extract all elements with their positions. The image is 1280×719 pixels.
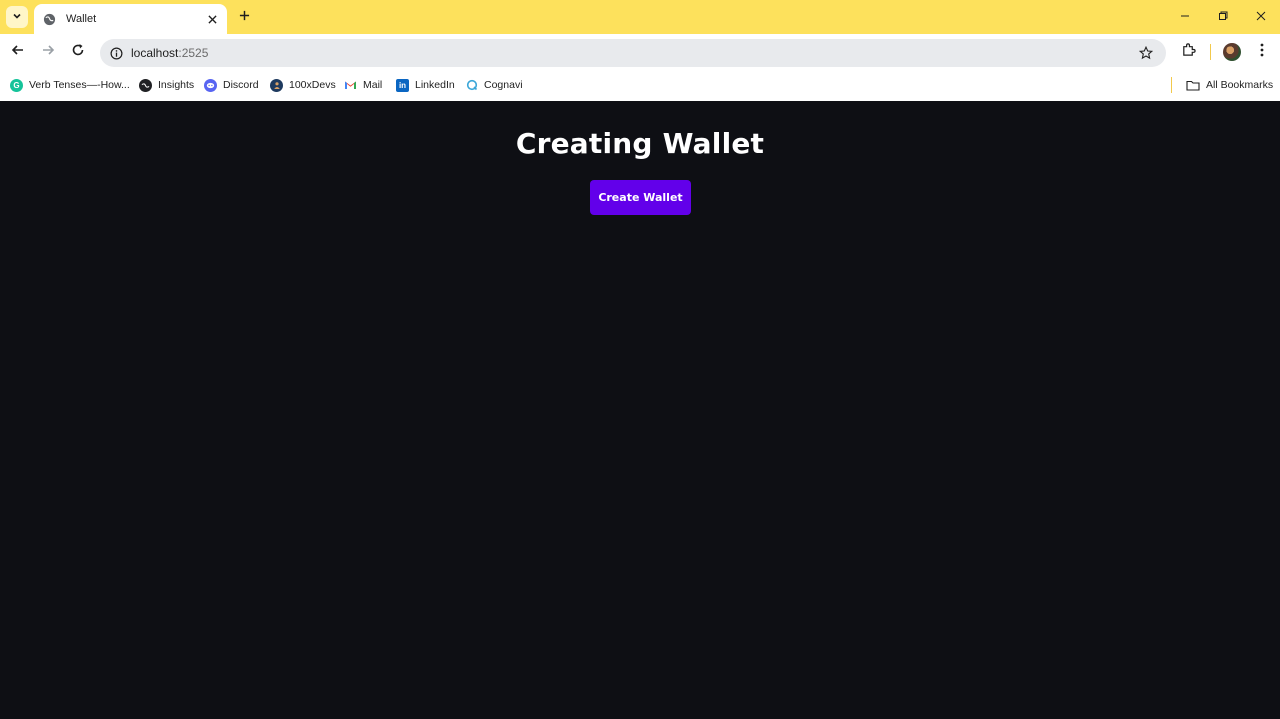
globe-icon [42, 12, 56, 26]
reload-icon [71, 43, 85, 62]
more-vertical-icon [1260, 43, 1264, 62]
bookmark-linkedin[interactable]: in LinkedIn [396, 77, 455, 93]
bookmark-mail[interactable]: Mail [344, 77, 382, 93]
grammarly-icon: G [10, 78, 23, 92]
globe-icon [139, 78, 152, 92]
bookmark-cognavi[interactable]: Cognavi [465, 77, 523, 93]
bookmark-label: Mail [363, 79, 383, 91]
bookmark-100xdevs[interactable]: 100xDevs [270, 77, 336, 93]
restore-icon [1218, 8, 1228, 26]
arrow-right-icon [41, 43, 55, 62]
address-bar[interactable]: localhost:2525 [100, 39, 1166, 67]
tab-wallet[interactable]: Wallet [34, 4, 227, 34]
avatar-icon [270, 78, 283, 92]
restore-button[interactable] [1204, 0, 1242, 34]
tab-search-button[interactable] [6, 6, 28, 28]
page-content: Creating Wallet Create Wallet [0, 101, 1280, 719]
bookmark-label: 100xDevs [289, 79, 336, 91]
close-icon [1256, 8, 1266, 26]
gmail-icon [344, 79, 357, 92]
bookmarks-bar: G Verb Tenses—-How... Insights Discord 1… [0, 70, 1280, 101]
browser-toolbar: localhost:2525 [0, 34, 1280, 70]
bookmark-label: Verb Tenses—-How... [29, 79, 130, 91]
menu-button[interactable] [1252, 42, 1272, 62]
plus-icon [239, 8, 250, 26]
back-button[interactable] [7, 41, 29, 63]
bookmark-insights[interactable]: Insights [139, 77, 194, 93]
profile-avatar[interactable] [1223, 43, 1241, 61]
extensions-button[interactable] [1178, 42, 1198, 62]
close-icon[interactable] [205, 12, 219, 26]
minimize-icon [1180, 8, 1190, 26]
minimize-button[interactable] [1166, 0, 1204, 34]
tab-strip: Wallet [0, 0, 1280, 34]
bookmark-label: Cognavi [484, 79, 523, 91]
window-controls [1166, 0, 1280, 34]
bookmarks-divider [1171, 77, 1172, 93]
toolbar-divider [1210, 44, 1211, 60]
puzzle-icon [1181, 42, 1196, 62]
page-title: Creating Wallet [515, 127, 765, 160]
bookmark-verb-tenses[interactable]: G Verb Tenses—-How... [10, 77, 130, 93]
reload-button[interactable] [67, 41, 89, 63]
window-close-button[interactable] [1242, 0, 1280, 34]
url-host: localhost [131, 46, 179, 60]
chevron-down-icon [12, 8, 22, 26]
info-icon[interactable] [109, 46, 123, 60]
folder-icon [1185, 79, 1200, 92]
bookmark-discord[interactable]: Discord [204, 77, 259, 93]
linkedin-icon: in [396, 78, 409, 92]
arrow-left-icon [11, 43, 25, 62]
url-port: :2525 [178, 46, 209, 60]
discord-icon [204, 78, 217, 92]
cognavi-icon [465, 79, 478, 92]
bookmark-label: LinkedIn [415, 79, 455, 91]
all-bookmarks-button[interactable]: All Bookmarks [1185, 77, 1273, 93]
bookmark-label: Insights [158, 79, 195, 91]
forward-button[interactable] [37, 41, 59, 63]
bookmark-star-icon[interactable] [1138, 45, 1154, 61]
tab-title: Wallet [66, 13, 97, 25]
bookmark-label: Discord [223, 79, 259, 91]
create-wallet-button[interactable]: Create Wallet [590, 180, 691, 215]
new-tab-button[interactable] [234, 7, 254, 27]
all-bookmarks-label: All Bookmarks [1206, 79, 1274, 91]
